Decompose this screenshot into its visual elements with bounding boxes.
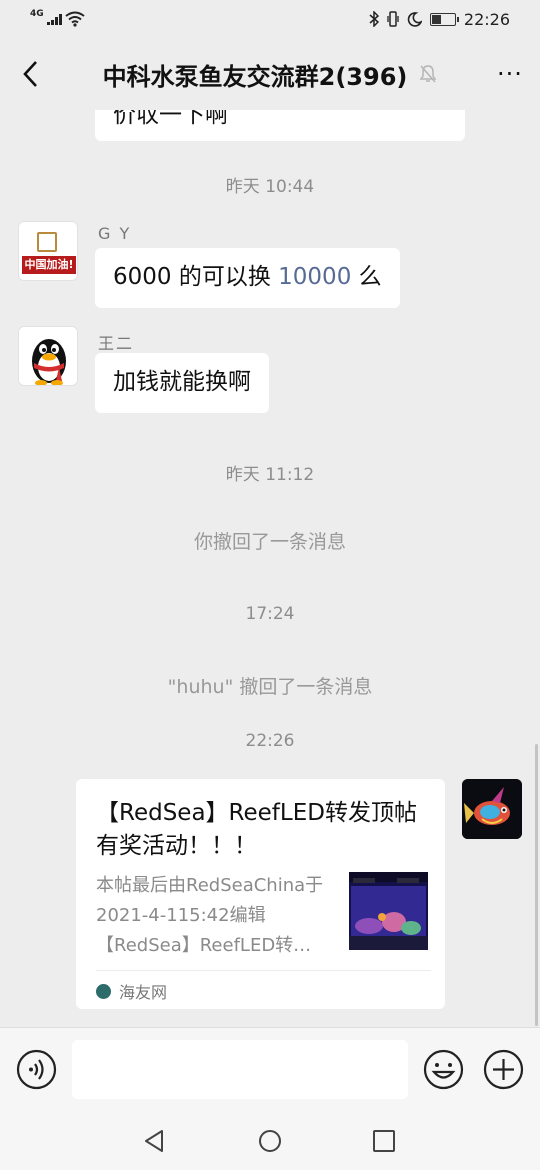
scrollbar[interactable] xyxy=(535,744,538,1026)
avatar-wang[interactable] xyxy=(18,326,78,386)
avatar-emblem xyxy=(37,232,57,252)
status-right: 22:26 xyxy=(369,10,510,29)
recall-notice: 你撤回了一条消息 xyxy=(193,531,346,553)
more-functions-button[interactable] xyxy=(483,1049,524,1090)
more-button[interactable]: ··· xyxy=(480,38,540,110)
square-recents-icon xyxy=(373,1130,395,1152)
sender-name: 王二 xyxy=(98,334,135,353)
card-divider xyxy=(96,970,431,971)
message-text-part: 6000 的可以换 xyxy=(113,264,279,290)
source-name: 海友网 xyxy=(119,983,168,1002)
emoji-button[interactable] xyxy=(423,1049,464,1090)
link-thumbnail xyxy=(349,872,428,950)
recall-notice: "huhu" 撤回了一条消息 xyxy=(167,676,373,698)
chat-title: 中科水泵鱼友交流群2(396) xyxy=(60,57,480,92)
mute-bell-icon xyxy=(419,65,437,83)
voice-button[interactable] xyxy=(16,1049,57,1090)
message-text: 价収一下啊 xyxy=(113,110,228,128)
message-bubble[interactable]: 加钱就能换啊 xyxy=(95,353,269,413)
sender-name: G Y xyxy=(98,224,132,243)
nav-back-button[interactable] xyxy=(141,1127,169,1155)
chevron-left-icon xyxy=(23,61,37,87)
nav-recents-button[interactable] xyxy=(370,1127,398,1155)
aquarium-image-icon xyxy=(349,872,428,950)
message-bubble[interactable]: 6000 的可以换 10000 么 xyxy=(95,248,400,308)
more-dots-icon: ··· xyxy=(497,60,523,88)
battery-icon xyxy=(429,12,459,26)
message-text: 加钱就能换啊 xyxy=(113,369,251,395)
status-time: 22:26 xyxy=(463,9,510,29)
input-bar xyxy=(0,1027,540,1111)
timestamp: 22:26 xyxy=(245,731,295,751)
voice-icon xyxy=(16,1049,57,1090)
message-number-link[interactable]: 10000 xyxy=(278,264,351,290)
status-bar: 4G 22:26 xyxy=(0,0,540,38)
network-label: 4G xyxy=(30,9,44,19)
bluetooth-icon xyxy=(369,11,379,27)
chat-header: 中科水泵鱼友交流群2(396) ··· xyxy=(0,38,540,110)
circle-home-icon xyxy=(259,1130,281,1152)
message-input[interactable] xyxy=(72,1040,408,1099)
triangle-back-icon xyxy=(145,1130,163,1152)
status-left: 4G xyxy=(30,9,85,27)
message-bubble-partial[interactable]: 价収一下啊 xyxy=(95,110,465,141)
shared-link-card[interactable]: 【RedSea】ReefLED转发顶帖有奖活动！！！ 本帖最后由RedSeaCh… xyxy=(76,779,445,1009)
timestamp: 昨天 10:44 xyxy=(225,177,315,197)
timestamp: 昨天 11:12 xyxy=(225,465,315,485)
system-nav-bar xyxy=(0,1111,540,1170)
link-source: 海友网 xyxy=(96,979,167,1003)
avatar-banner: 中国加油! xyxy=(22,256,76,274)
fish-icon xyxy=(462,779,522,839)
avatar-self[interactable] xyxy=(462,779,522,839)
group-name: 中科水泵鱼友交流群2(396) xyxy=(102,62,408,91)
source-logo-icon xyxy=(96,983,111,999)
chat-area: 价収一下啊 昨天 10:44 中国加油! G Y 6000 的可以换 10000… xyxy=(0,110,540,1027)
signal-icon xyxy=(46,13,62,25)
timestamp: 17:24 xyxy=(245,604,295,624)
avatar-gy[interactable]: 中国加油! xyxy=(18,221,78,281)
emoji-icon xyxy=(423,1049,464,1090)
penguin-icon xyxy=(32,339,66,385)
nav-home-button[interactable] xyxy=(256,1127,284,1155)
link-description: 本帖最后由RedSeaChina于2021-4-115:42编辑【RedSea】… xyxy=(96,875,324,956)
wifi-icon xyxy=(65,11,85,27)
back-button[interactable] xyxy=(0,38,60,110)
message-text-part: 么 xyxy=(351,264,382,290)
vibrate-icon xyxy=(387,11,399,27)
moon-icon xyxy=(407,11,422,27)
link-title: 【RedSea】ReefLED转发顶帖有奖活动！！！ xyxy=(96,800,417,859)
plus-icon xyxy=(483,1049,524,1090)
